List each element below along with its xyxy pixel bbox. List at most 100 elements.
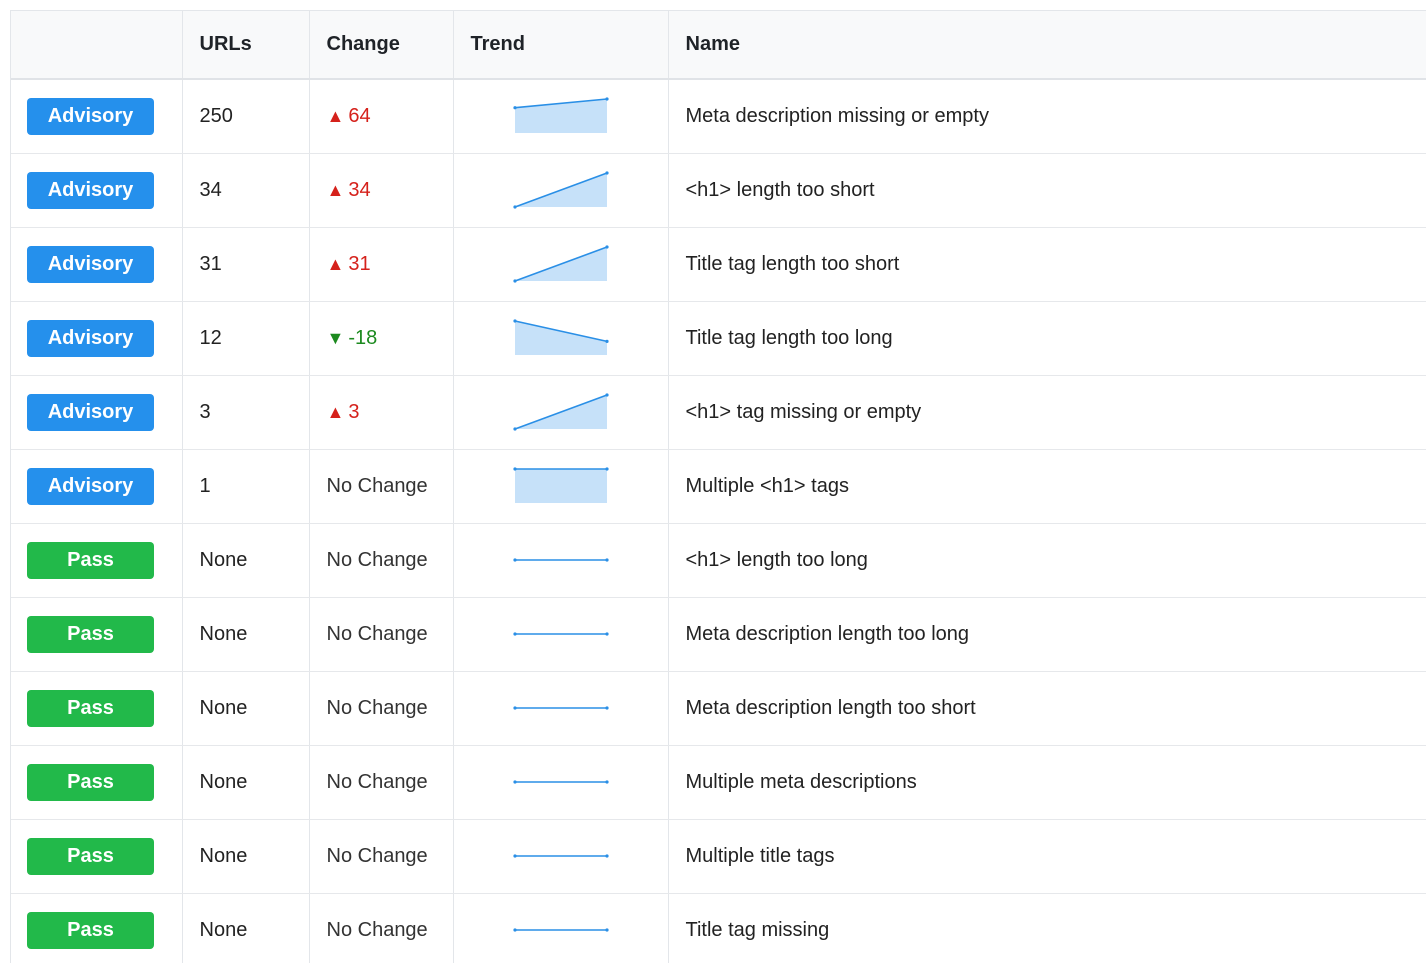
- status-cell: Advisory: [11, 79, 183, 154]
- table-row[interactable]: Advisory 31 ▲ 31 Title tag length too short: [11, 227, 1426, 302]
- triangle-up-icon: ▲: [326, 105, 345, 126]
- trend-cell: [453, 153, 669, 228]
- trend-cell: [453, 523, 669, 598]
- urls-count: None: [182, 893, 310, 963]
- trend-sparkline: [512, 393, 609, 431]
- status-cell: Pass: [11, 745, 183, 820]
- column-header-change[interactable]: Change: [309, 11, 454, 80]
- trend-sparkline: [512, 97, 609, 134]
- trend-point: [512, 780, 517, 784]
- table-row[interactable]: Advisory 1 No Change Multiple <h1> tags: [11, 449, 1426, 524]
- issue-name[interactable]: Multiple meta descriptions: [668, 745, 1426, 820]
- change-value: 64: [348, 104, 371, 127]
- table-row[interactable]: Advisory 12 ▼ -18 Title tag length too long: [11, 301, 1426, 376]
- trend-point: [512, 205, 517, 209]
- trend-point: [512, 706, 517, 710]
- trend-point: [604, 467, 609, 471]
- table-row[interactable]: Pass None No Change Title tag missing: [11, 893, 1426, 963]
- issue-name[interactable]: Title tag length too long: [668, 301, 1426, 376]
- table-header: URLs Change Trend Name: [11, 11, 1426, 80]
- issue-name[interactable]: Meta description length too short: [668, 671, 1426, 746]
- trend-cell: [453, 375, 669, 450]
- table-row[interactable]: Pass None No Change Meta description length…: [11, 671, 1426, 746]
- status-cell: Pass: [11, 671, 183, 746]
- table-body: Advisory 250 ▲ 64 Meta description missing o…: [11, 79, 1426, 963]
- table-row[interactable]: Advisory 3 ▲ 3 <h1> tag missing or empty: [11, 375, 1426, 450]
- urls-count: None: [182, 671, 310, 746]
- urls-count: 12: [182, 301, 310, 376]
- change-cell: ▲ 3: [309, 375, 454, 450]
- change-cell: No Change: [309, 449, 454, 524]
- table-row[interactable]: Pass None No Change <h1> length too long: [11, 523, 1426, 598]
- urls-count: None: [182, 819, 310, 894]
- trend-sparkline: [512, 319, 609, 355]
- urls-count: 34: [182, 153, 310, 228]
- change-value: No Change: [326, 622, 428, 645]
- status-cell: Pass: [11, 597, 183, 672]
- issue-name[interactable]: Multiple title tags: [668, 819, 1426, 894]
- change-value: No Change: [326, 548, 428, 571]
- triangle-up-icon: ▲: [326, 179, 345, 200]
- trend-sparkline: [512, 706, 609, 710]
- column-header-name[interactable]: Name: [668, 11, 1426, 80]
- table-row[interactable]: Pass None No Change Multiple title tags: [11, 819, 1426, 894]
- status-cell: Advisory: [11, 227, 183, 302]
- change-value: 34: [348, 178, 371, 201]
- trend-point: [604, 780, 609, 784]
- status-badge: Pass: [27, 541, 154, 579]
- trend-sparkline: [512, 928, 609, 932]
- issue-name[interactable]: <h1> tag missing or empty: [668, 375, 1426, 450]
- table-row[interactable]: Pass None No Change Multiple meta descripti…: [11, 745, 1426, 820]
- change-value: -18: [348, 326, 378, 349]
- column-header-urls[interactable]: URLs: [182, 11, 310, 80]
- trend-point: [604, 97, 609, 101]
- status-cell: Pass: [11, 893, 183, 963]
- status-badge: Advisory: [27, 319, 154, 357]
- change-cell: No Change: [309, 745, 454, 820]
- change-cell: No Change: [309, 893, 454, 963]
- urls-count: None: [182, 597, 310, 672]
- issue-name[interactable]: <h1> length too long: [668, 523, 1426, 598]
- trend-point: [512, 558, 517, 562]
- table-row[interactable]: Advisory 34 ▲ 34 <h1> length too short: [11, 153, 1426, 228]
- change-value: No Change: [326, 696, 428, 719]
- trend-cell: [453, 819, 669, 894]
- table-row[interactable]: Advisory 250 ▲ 64 Meta description missing o…: [11, 79, 1426, 154]
- issue-name[interactable]: Title tag missing: [668, 893, 1426, 963]
- urls-count: 1: [182, 449, 310, 524]
- column-header-trend[interactable]: Trend: [453, 11, 669, 80]
- issue-name[interactable]: Meta description length too long: [668, 597, 1426, 672]
- trend-point: [604, 245, 609, 249]
- trend-cell: [453, 227, 669, 302]
- urls-count: 250: [182, 79, 310, 154]
- trend-point: [512, 279, 517, 283]
- change-cell: ▲ 64: [309, 79, 454, 154]
- trend-cell: [453, 449, 669, 524]
- change-cell: ▼ -18: [309, 301, 454, 376]
- trend-point: [604, 339, 609, 343]
- trend-point: [512, 319, 517, 323]
- header-row: URLs Change Trend Name: [11, 11, 1426, 80]
- trend-point: [512, 854, 517, 858]
- trend-area: [514, 469, 607, 503]
- issue-name[interactable]: Multiple <h1> tags: [668, 449, 1426, 524]
- trend-cell: [453, 671, 669, 746]
- trend-point: [512, 467, 517, 471]
- change-value: No Change: [326, 918, 428, 941]
- change-cell: No Change: [309, 597, 454, 672]
- trend-sparkline: [512, 780, 609, 784]
- urls-count: None: [182, 523, 310, 598]
- status-badge: Pass: [27, 911, 154, 949]
- table-row[interactable]: Pass None No Change Meta description length…: [11, 597, 1426, 672]
- urls-count: 31: [182, 227, 310, 302]
- issue-name[interactable]: Meta description missing or empty: [668, 79, 1426, 154]
- trend-point: [512, 632, 517, 636]
- trend-point: [604, 854, 609, 858]
- trend-sparkline: [512, 854, 609, 858]
- issue-name[interactable]: <h1> length too short: [668, 153, 1426, 228]
- issue-name[interactable]: Title tag length too short: [668, 227, 1426, 302]
- triangle-up-icon: ▲: [326, 253, 345, 274]
- change-cell: ▲ 31: [309, 227, 454, 302]
- trend-cell: [453, 597, 669, 672]
- trend-cell: [453, 893, 669, 963]
